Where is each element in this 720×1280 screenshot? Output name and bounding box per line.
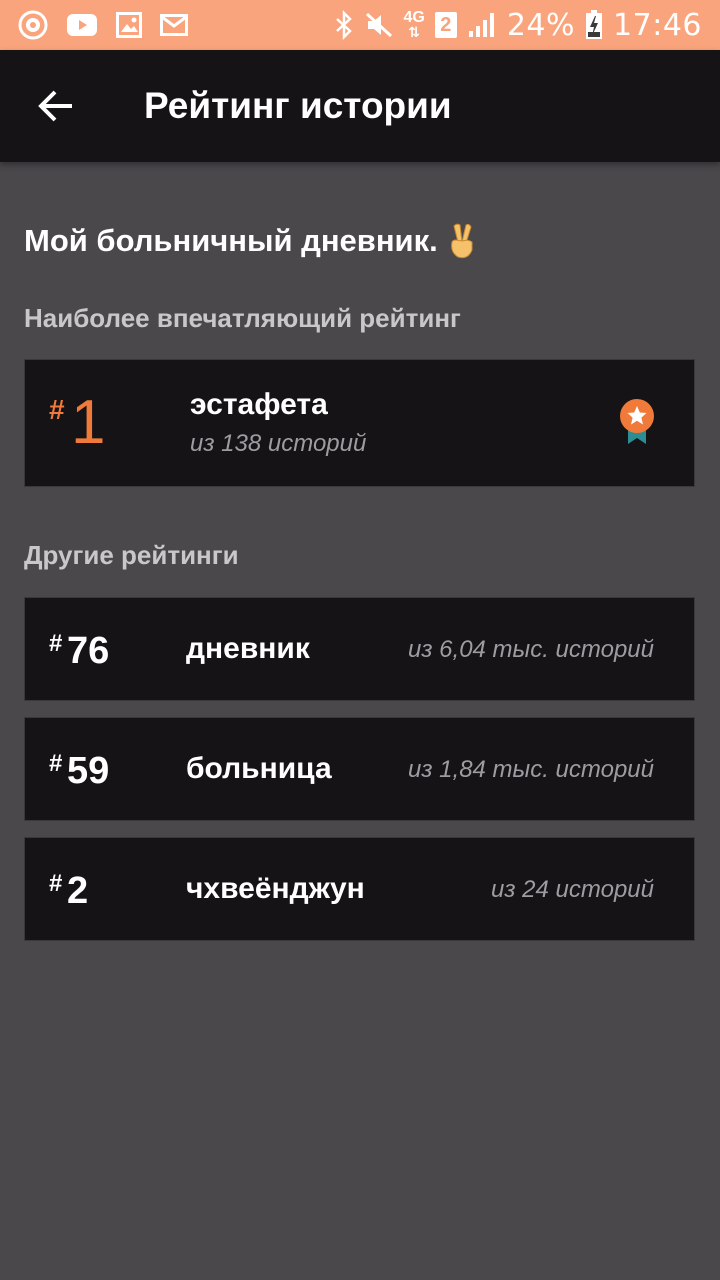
rank-hash: # [49, 870, 63, 897]
top-rating-section-label: Наиболее впечатляющий рейтинг [24, 303, 461, 333]
victory-hand-icon [444, 222, 478, 260]
rank-number: 59 [67, 750, 110, 792]
rating-tag: эстафета [190, 388, 328, 421]
story-title: Мой больничный дневник. [24, 222, 478, 260]
battery-percent: 24% [506, 7, 576, 43]
rating-tag: чхвеёнджун [186, 872, 365, 905]
gmail-icon [160, 14, 188, 36]
rank-hash: # [49, 630, 63, 657]
mute-icon [364, 10, 394, 40]
rank-number: 2 [67, 870, 89, 912]
page-title: Рейтинг истории [144, 85, 452, 126]
rating-count: из 1,84 тыс. историй [408, 756, 654, 783]
rating-count: из 24 историй [491, 876, 654, 903]
rating-row[interactable]: # 76 дневник из 6,04 тыс. историй [24, 597, 695, 701]
rank-hash: # [49, 750, 63, 777]
network-type: 4G ⇅ [403, 9, 425, 40]
rank-number: 76 [67, 630, 110, 672]
youtube-icon [66, 13, 98, 37]
rank-number: 1 [71, 388, 106, 457]
story-title-text: Мой больничный дневник. [24, 223, 438, 258]
rating-count: из 138 историй [190, 430, 367, 457]
back-button[interactable] [24, 74, 88, 138]
rating-tag: дневник [186, 632, 310, 665]
rating-row[interactable]: # 2 чхвеёнджун из 24 историй [24, 837, 695, 941]
signal-icon [467, 11, 497, 39]
rank-hash: # [49, 394, 65, 425]
other-ratings-section-label: Другие рейтинги [24, 540, 239, 570]
sim-badge: 2 [434, 12, 457, 38]
rating-count: из 6,04 тыс. историй [408, 636, 654, 663]
gallery-icon [116, 12, 142, 38]
arrow-left-icon [38, 90, 72, 122]
rating-row[interactable]: # 59 больница из 1,84 тыс. историй [24, 717, 695, 821]
bluetooth-icon [334, 10, 354, 40]
status-bar: 4G ⇅ 2 24% 17:46 [0, 0, 720, 50]
medal-star-icon [618, 398, 656, 446]
top-rating-card[interactable]: # 1 эстафета из 138 историй [24, 359, 695, 487]
app-bar: Рейтинг истории [0, 50, 720, 162]
rating-tag: больница [186, 752, 332, 785]
battery-charging-icon [585, 10, 603, 40]
clock: 17:46 [613, 7, 702, 43]
music-app-icon [18, 10, 48, 40]
